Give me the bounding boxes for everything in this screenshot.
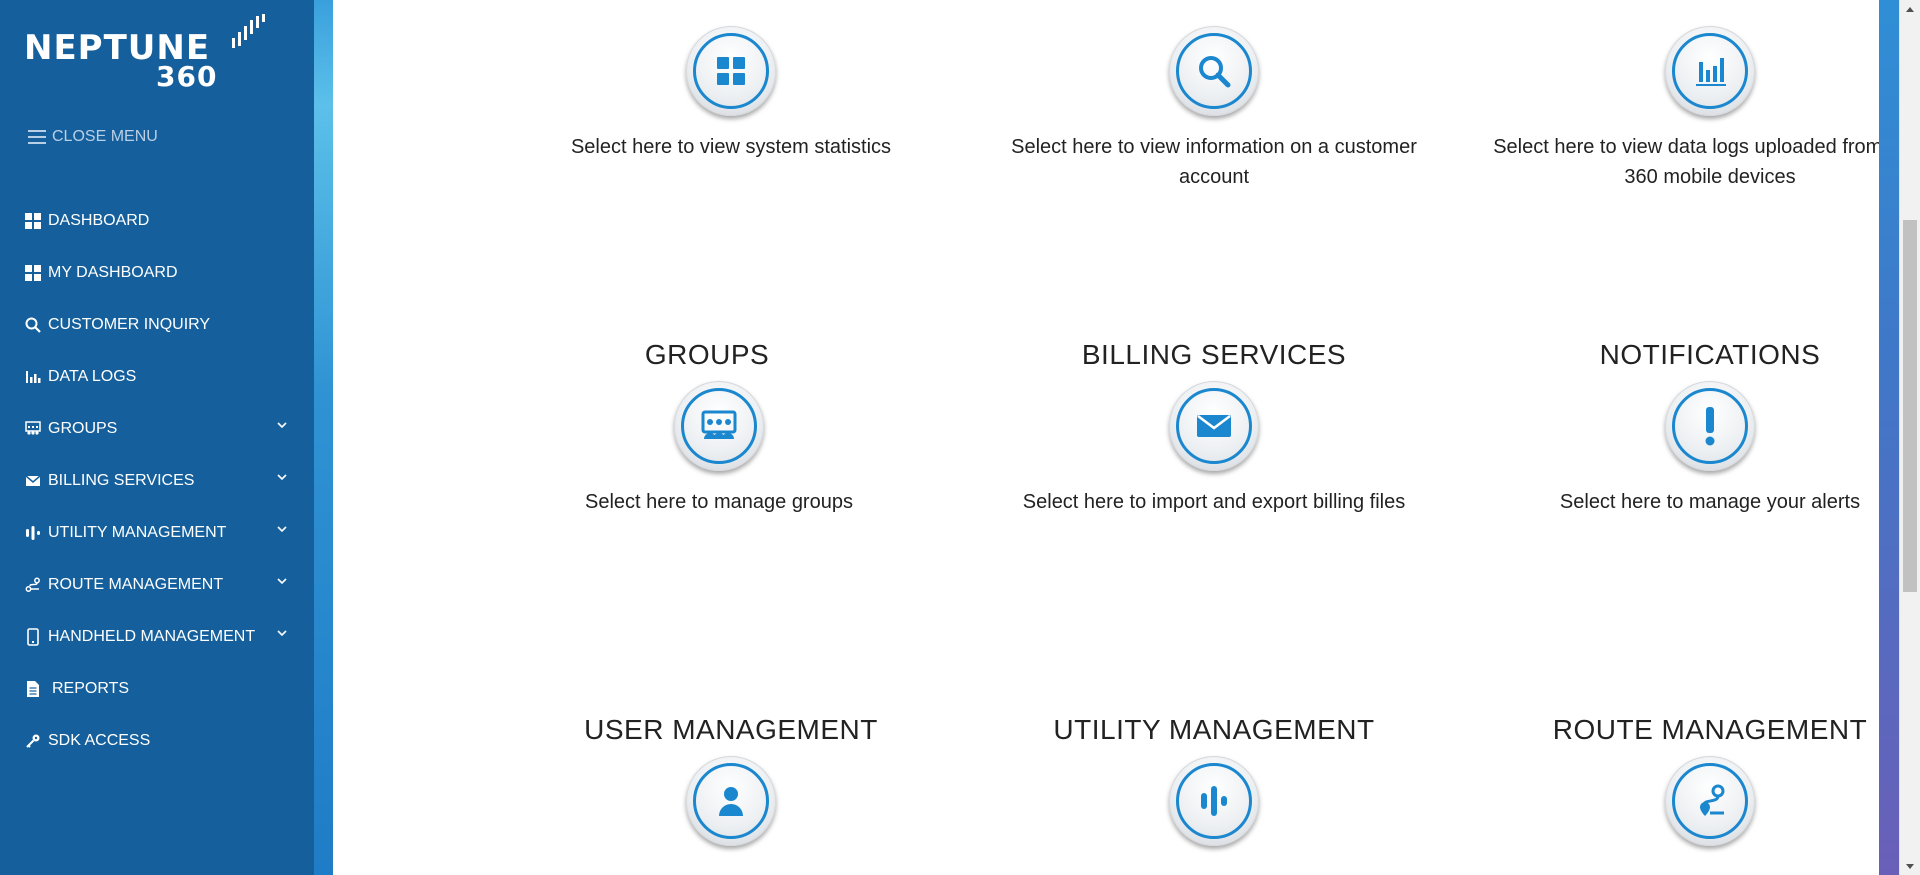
customer-inquiry-tile-button[interactable] <box>1169 26 1259 116</box>
tile-data-logs[interactable]: Select here to view data logs uploaded f… <box>1485 26 1920 192</box>
tile-title: USER MANAGEMENT <box>584 714 878 745</box>
sidebar-item-utility-management[interactable]: UTILITY MANAGEMENT <box>0 507 314 559</box>
key-icon <box>24 732 42 750</box>
chevron-down-icon <box>277 578 287 585</box>
sidebar-item-label: HANDHELD MANAGEMENT <box>48 628 256 645</box>
caret-down-icon <box>1906 863 1914 869</box>
utility-management-tile-button[interactable] <box>1169 756 1259 846</box>
tile-notifications[interactable]: NOTIFICATIONS Select here to manage your… <box>1485 335 1920 517</box>
handheld-icon <box>24 628 42 646</box>
chevron-down-icon <box>277 526 287 533</box>
tile-route-management[interactable]: ROUTE MANAGEMENT <box>1485 710 1920 846</box>
groups-icon <box>701 410 737 439</box>
sidebar-item-label: DATA LOGS <box>48 368 137 385</box>
grid-icon <box>24 212 42 230</box>
app-root: NEPTUNE 360 CLOSE MENU DASHBOARD MY DASH… <box>0 0 1920 875</box>
exclamation-icon <box>1705 407 1715 446</box>
close-menu-label: CLOSE MENU <box>52 128 158 145</box>
tile-title: GROUPS <box>644 339 770 370</box>
utility-icon <box>24 524 42 542</box>
groups-tile-button[interactable] <box>674 381 764 471</box>
right-accent-strip <box>1879 0 1899 875</box>
sidebar-item-groups[interactable]: GROUPS <box>0 403 314 455</box>
scroll-up-button[interactable] <box>1900 0 1920 17</box>
sidebar-item-my-dashboard[interactable]: MY DASHBOARD <box>0 247 314 299</box>
sidebar-item-label: BILLING SERVICES <box>48 472 195 489</box>
sidebar-item-dashboard[interactable]: DASHBOARD <box>0 195 314 247</box>
sidebar-item-label: ROUTE MANAGEMENT <box>48 576 224 593</box>
bar-chart-icon <box>24 368 42 386</box>
signal-icon <box>232 14 265 48</box>
search-icon <box>1199 56 1231 88</box>
sidebar-item-label: GROUPS <box>48 420 118 437</box>
tile-title: UTILITY MANAGEMENT <box>1053 714 1375 745</box>
scrollbar-thumb[interactable] <box>1903 220 1917 592</box>
sidebar-item-billing-services[interactable]: BILLING SERVICES <box>0 455 314 507</box>
envelope-icon <box>1197 415 1231 437</box>
neptune-logo[interactable]: NEPTUNE 360 <box>24 14 284 94</box>
route-management-tile-button[interactable] <box>1665 756 1755 846</box>
sidebar-item-route-management[interactable]: ROUTE MANAGEMENT <box>0 559 314 611</box>
tile-description: Select here to view data logs uploaded f… <box>1493 136 1920 188</box>
tile-billing-services[interactable]: BILLING SERVICES Select here to import a… <box>994 335 1434 517</box>
sidebar-item-label: SDK ACCESS <box>48 732 151 749</box>
close-menu-button[interactable]: CLOSE MENU <box>28 128 158 146</box>
tile-customer-inquiry[interactable]: Select here to view information on a cus… <box>994 26 1434 192</box>
grid-icon <box>24 264 42 282</box>
chevron-down-icon <box>277 474 287 481</box>
sidebar-item-reports[interactable]: REPORTS <box>0 663 314 715</box>
dashboard-tile-button[interactable] <box>686 26 776 116</box>
search-icon <box>24 316 42 334</box>
tile-title: ROUTE MANAGEMENT <box>1552 714 1868 745</box>
notifications-tile-button[interactable] <box>1665 381 1755 471</box>
main-content: Select here to view system statistics Se… <box>333 0 1920 875</box>
route-icon <box>24 576 42 594</box>
tile-title: BILLING SERVICES <box>1081 339 1347 370</box>
sidebar-item-label: UTILITY MANAGEMENT <box>48 524 227 541</box>
sidebar-item-data-logs[interactable]: DATA LOGS <box>0 351 314 403</box>
user-icon <box>719 787 743 816</box>
vertical-scrollbar[interactable] <box>1899 0 1920 875</box>
tile-description: Select here to manage your alerts <box>1559 491 1861 513</box>
sidebar-accent-strip <box>314 0 333 875</box>
tile-description: Select here to view system statistics <box>570 136 892 158</box>
tile-dashboard[interactable]: Select here to view system statistics <box>521 26 941 162</box>
sidebar-item-label: DASHBOARD <box>48 212 150 229</box>
route-icon <box>1700 784 1725 816</box>
sidebar-item-label: CUSTOMER INQUIRY <box>48 316 211 333</box>
data-logs-tile-button[interactable] <box>1665 26 1755 116</box>
sidebar-item-customer-inquiry[interactable]: CUSTOMER INQUIRY <box>0 299 314 351</box>
scroll-down-button[interactable] <box>1900 858 1920 875</box>
tile-title: NOTIFICATIONS <box>1599 339 1821 370</box>
tile-utility-management[interactable]: UTILITY MANAGEMENT <box>994 710 1434 846</box>
sidebar-item-sdk-access[interactable]: SDK ACCESS <box>0 715 314 767</box>
chevron-down-icon <box>277 422 287 429</box>
tile-description: Select here to manage groups <box>585 491 853 513</box>
caret-up-icon <box>1906 6 1914 12</box>
logo-number: 360 <box>156 60 218 93</box>
grid-icon <box>717 57 745 85</box>
sidebar-item-label: MY DASHBOARD <box>48 264 178 281</box>
chevron-down-icon <box>277 630 287 637</box>
tile-user-management[interactable]: USER MANAGEMENT <box>521 710 941 846</box>
tile-description: Select here to import and export billing… <box>1022 491 1406 513</box>
sidebar: NEPTUNE 360 CLOSE MENU DASHBOARD MY DASH… <box>0 0 314 875</box>
tile-description: Select here to view information on a cus… <box>1011 136 1417 188</box>
tile-groups[interactable]: GROUPS Select here to manage groups <box>509 335 929 517</box>
sidebar-item-label: REPORTS <box>52 680 130 697</box>
bar-chart-icon <box>1696 58 1726 86</box>
sidebar-item-handheld-management[interactable]: HANDHELD MANAGEMENT <box>0 611 314 663</box>
document-icon <box>24 680 42 698</box>
hamburger-icon <box>28 130 46 144</box>
sidebar-nav: DASHBOARD MY DASHBOARD CUSTOMER INQUIRY … <box>0 195 314 767</box>
user-management-tile-button[interactable] <box>686 756 776 846</box>
envelope-icon <box>24 472 42 490</box>
utility-icon <box>1201 786 1227 816</box>
billing-tile-button[interactable] <box>1169 381 1259 471</box>
groups-icon <box>24 420 42 438</box>
